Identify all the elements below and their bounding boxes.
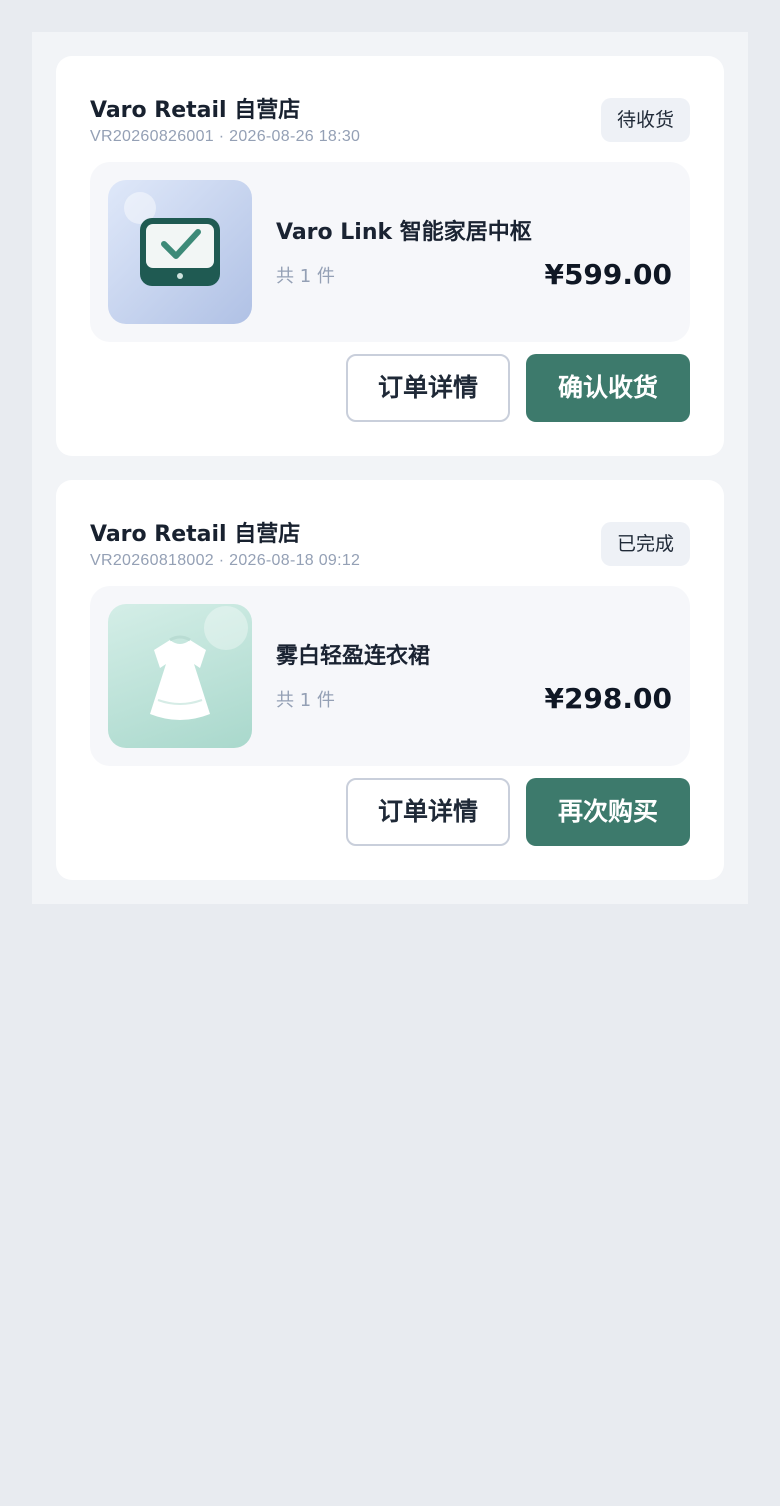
product-item[interactable]: Varo Link 智能家居中枢 共 1 件 ¥599.00: [90, 162, 690, 342]
order-card: Varo Retail 自营店 VR20260818002 · 2026-08-…: [56, 480, 724, 880]
product-name: Varo Link 智能家居中枢: [276, 220, 532, 245]
smart-hub-icon: [124, 192, 220, 286]
order-list-panel: Varo Retail 自营店 VR20260826001 · 2026-08-…: [32, 32, 748, 904]
buy-again-button[interactable]: 再次购买: [526, 778, 690, 846]
status-badge: 待收货: [600, 98, 690, 142]
order-card: Varo Retail 自营店 VR20260826001 · 2026-08-…: [56, 56, 724, 456]
confirm-receipt-button[interactable]: 确认收货: [526, 354, 690, 422]
product-thumbnail[interactable]: [108, 180, 252, 324]
shop-name[interactable]: Varo Retail 自营店: [90, 516, 300, 548]
product-thumbnail[interactable]: [108, 604, 252, 748]
item-quantity: 共 1 件: [276, 266, 335, 287]
product-item[interactable]: 雾白轻盈连衣裙 共 1 件 ¥298.00: [90, 586, 690, 766]
order-details-button[interactable]: 订单详情: [346, 354, 510, 422]
item-quantity: 共 1 件: [276, 690, 335, 711]
product-name: 雾白轻盈连衣裙: [276, 644, 431, 669]
order-price: ¥599.00: [544, 258, 672, 291]
dress-icon: [150, 606, 248, 720]
order-details-button[interactable]: 订单详情: [346, 778, 510, 846]
shop-name[interactable]: Varo Retail 自营店: [90, 92, 300, 124]
order-meta: VR20260818002 · 2026-08-18 09:12: [90, 552, 361, 569]
status-badge: 已完成: [600, 522, 690, 566]
order-price: ¥298.00: [544, 682, 672, 715]
order-meta: VR20260826001 · 2026-08-26 18:30: [90, 128, 361, 145]
